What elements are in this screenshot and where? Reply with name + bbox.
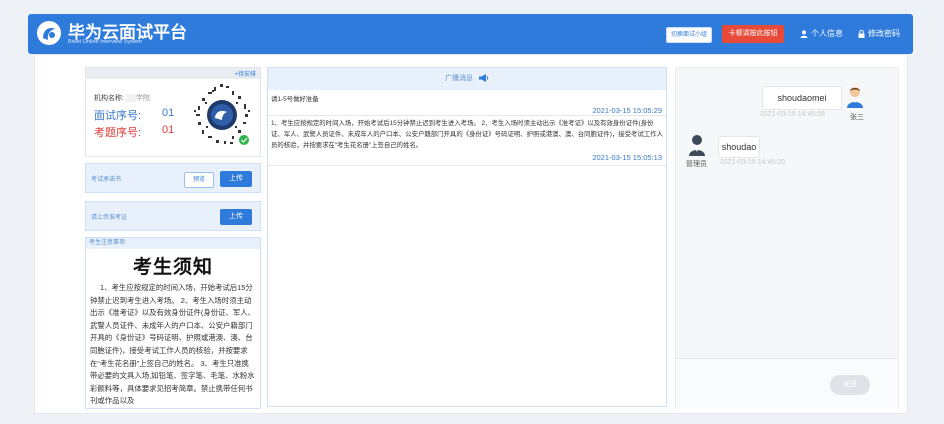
broadcast-message-text: 1、考生应按规定的时间入场，开始考试后15分钟禁止迟到考生进入考场。 2、考生入… bbox=[271, 120, 663, 149]
broadcast-message-time: 2021-03-15 15:05:13 bbox=[592, 153, 662, 162]
question-number-label: 考题序号: bbox=[94, 127, 142, 139]
commitment-letter-label: 考试承诺书 bbox=[91, 177, 122, 183]
brand-subtitle: Biwei Online Interview System bbox=[68, 39, 142, 45]
commitment-letter-panel: 考试承诺书 预览 上传 bbox=[85, 163, 261, 193]
interview-number-value: 01 bbox=[162, 107, 175, 119]
broadcast-message: 1、考生应按规定的时间入场，开始考试后15分钟禁止迟到考生进入考场。 2、考生入… bbox=[268, 116, 666, 166]
notice-header: 考生注意事项 bbox=[86, 238, 260, 249]
org-name-label: 机构名称: bbox=[94, 95, 124, 102]
preview-commitment-button[interactable]: 预览 bbox=[184, 172, 214, 188]
chat-time-incoming: 2021-03-15 14:45:20 bbox=[720, 159, 785, 166]
notice-body: 1、考生应按规定的时间入场，开始考试后15分钟禁止迟到考生进入考场。 2、考生入… bbox=[90, 283, 256, 406]
brand-logo-icon bbox=[37, 21, 61, 45]
change-password-link[interactable]: 修改密码 bbox=[858, 27, 900, 41]
profile-link[interactable]: 个人信息 bbox=[800, 27, 843, 41]
info-card-topbar: +待安排 bbox=[86, 68, 260, 79]
pending-link[interactable]: +待安排 bbox=[234, 69, 256, 78]
notice-title: 考生须知 bbox=[132, 257, 213, 278]
broadcast-message-time: 2021-03-15 15:05:29 bbox=[592, 106, 662, 115]
mini-program-qr-code bbox=[190, 82, 254, 150]
chat-bubble-outgoing: shoudaomei bbox=[762, 86, 842, 110]
broadcast-message-text: 请1-5号做好准备 bbox=[271, 96, 319, 103]
profile-link-label: 个人信息 bbox=[811, 29, 843, 38]
admission-ticket-panel: 请上传准考证 上传 bbox=[85, 201, 261, 231]
broadcast-panel: 广播消息 请1-5号做好准备 2021-03-15 15:05:29 1、考生应… bbox=[267, 67, 667, 407]
broadcast-header-label: 广播消息 bbox=[445, 75, 474, 82]
change-password-label: 修改密码 bbox=[868, 29, 900, 38]
broadcast-message: 请1-5号做好准备 2021-03-15 15:05:29 bbox=[268, 90, 666, 116]
main-panel: +待安排 机构名称: ▒▒学院 面试序号: 01 考题序号: 01 考试承诺书 … bbox=[34, 54, 908, 414]
chat-bubble-incoming: shoudao bbox=[718, 136, 760, 158]
interview-number-row: 面试序号: 01 bbox=[94, 107, 174, 123]
org-name-value: 学院 bbox=[135, 95, 150, 102]
chat-sender-incoming: 管理员 bbox=[686, 161, 707, 168]
candidate-info-card: +待安排 机构名称: ▒▒学院 面试序号: 01 考题序号: 01 bbox=[85, 67, 261, 157]
app-header: 毕为云面试平台 Biwei Online Interview System 切换… bbox=[28, 14, 913, 54]
chat-composer[interactable]: 发送 bbox=[676, 358, 898, 409]
admin-avatar-icon bbox=[689, 135, 705, 156]
lag-report-button[interactable]: 卡顿请按此按钮 bbox=[722, 25, 784, 43]
chat-time-outgoing: 2021-03-15 14:45:08 bbox=[760, 111, 825, 118]
candidate-avatar-icon bbox=[847, 87, 863, 108]
upload-admission-button[interactable]: 上传 bbox=[220, 209, 252, 225]
interview-number-label: 面试序号: bbox=[94, 110, 142, 122]
send-button[interactable]: 发送 bbox=[830, 375, 870, 395]
lock-icon bbox=[858, 29, 865, 38]
candidate-notice-panel[interactable]: 考生注意事项 考生须知 1、考生应按规定的时间入场，开始考试后15分钟禁止迟到考… bbox=[85, 237, 261, 409]
switch-group-button[interactable]: 切换面试小组 bbox=[666, 27, 712, 43]
megaphone-icon bbox=[478, 74, 489, 82]
org-name-row: 机构名称: ▒▒学院 bbox=[94, 95, 150, 102]
chat-sender-outgoing: 张三 bbox=[850, 114, 864, 121]
admission-ticket-label: 请上传准考证 bbox=[91, 215, 128, 221]
question-number-value: 01 bbox=[162, 124, 175, 136]
broadcast-header: 广播消息 bbox=[268, 68, 666, 90]
user-icon bbox=[800, 30, 808, 38]
chat-panel: shoudaomei 2021-03-15 14:45:08 张三 管理员 sh… bbox=[675, 67, 899, 409]
question-number-row: 考题序号: 01 bbox=[94, 124, 174, 140]
upload-commitment-button[interactable]: 上传 bbox=[220, 171, 252, 187]
